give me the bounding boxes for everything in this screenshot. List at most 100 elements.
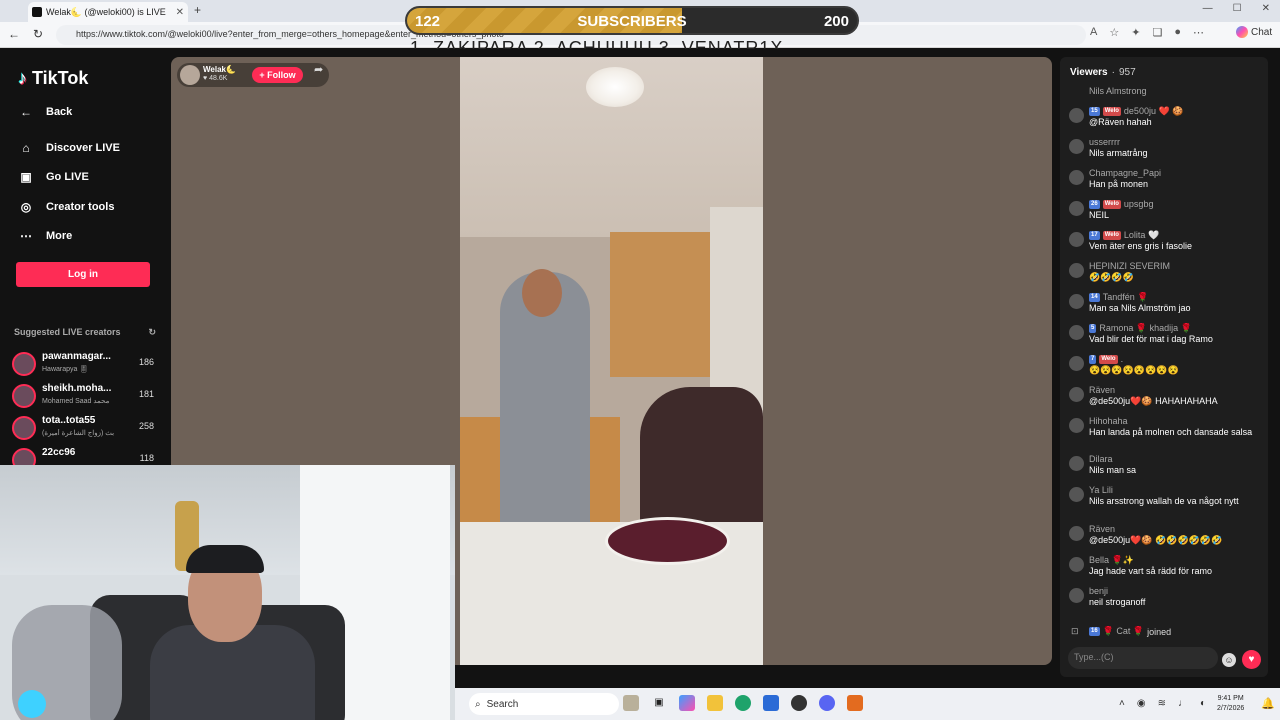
chat-avatar[interactable] [1069, 294, 1084, 309]
level-badge: 15 [1089, 107, 1100, 116]
follow-button[interactable]: + Follow [252, 67, 303, 83]
taskbar-clock[interactable]: 9:41 PM 2/7/2026 [1217, 694, 1244, 714]
minimize-icon[interactable]: — [1203, 3, 1213, 14]
chat-avatar[interactable] [1069, 325, 1084, 340]
chat-avatar[interactable] [1069, 170, 1084, 185]
more-menu-icon[interactable]: ⋯ [1193, 26, 1204, 39]
host-info[interactable]: Welak🌜 ♥ 48.6K + Follow [177, 63, 329, 87]
chat-avatar[interactable] [1069, 232, 1084, 247]
fan-club-badge: Welo [1099, 354, 1118, 364]
viewers-header[interactable]: Viewers · 957 [1070, 67, 1136, 78]
chat-username[interactable]: Dilara [1089, 454, 1113, 464]
app-icon[interactable] [847, 695, 863, 711]
back-arrow-icon[interactable]: ← [8, 27, 20, 41]
chat-username[interactable]: . [1121, 354, 1124, 364]
chat-avatar[interactable] [1069, 557, 1084, 572]
chat-username[interactable]: Tandfén 🌹 [1103, 292, 1149, 303]
emoji-icon[interactable]: ☺ [1222, 653, 1236, 667]
chat-avatar[interactable] [1069, 108, 1084, 123]
menu-discover-live[interactable]: ⌂ Discover LIVE [18, 141, 120, 155]
read-aloud-icon[interactable]: A [1090, 26, 1097, 39]
menu-label: Discover LIVE [46, 142, 120, 154]
chat-username[interactable]: Ya Lili [1089, 485, 1113, 495]
chevron-up-icon[interactable]: ˄ [1119, 698, 1125, 709]
subscriber-goal-bar: 122 SUBSCRIBERS 200 [405, 6, 859, 35]
chat-name-row: HEPINIZI SEVERIM [1089, 261, 1264, 271]
store-icon[interactable] [763, 695, 779, 711]
chat-avatar[interactable] [1069, 263, 1084, 278]
favorite-star-icon[interactable]: ☆ [1109, 26, 1119, 39]
like-heart-button[interactable]: ♥ [1242, 650, 1261, 669]
chat-username[interactable]: Räven [1089, 385, 1115, 395]
network-icon[interactable]: ◉ [1137, 698, 1146, 709]
creator-avatar [12, 384, 36, 408]
suggested-creator[interactable]: tota..tota55 (زواج الشاعرة أميرة) بث 258 [12, 414, 158, 442]
reload-icon[interactable]: ↻ [33, 27, 43, 41]
chat-text: Nils arsstrong wallah de va något nytt [1089, 496, 1239, 506]
chat-message: 5 Ramona 🌹 khadija 🌹 Vad blir det för mat … [1068, 322, 1264, 352]
back-link[interactable]: ← Back [18, 105, 72, 119]
ranking-text: 1. ZAKIPARA 2. ACHUUUU 3. VENATR1X [410, 38, 784, 49]
host-avatar[interactable] [180, 65, 200, 85]
copilot-chat-button[interactable]: Chat [1236, 26, 1272, 38]
chat-message: benji neil stroganoff [1068, 585, 1264, 615]
notification-bell-icon[interactable]: 🔔 [1261, 697, 1275, 710]
suggested-creator[interactable]: sheikh.moha... Mohamed Saad محمد 181 [12, 382, 158, 410]
chat-name-row: 15 Welo de500ju ❤️ 🍪 [1089, 106, 1264, 117]
chat-avatar[interactable] [1069, 487, 1084, 502]
chat-username[interactable]: benji [1089, 586, 1108, 596]
chat-avatar[interactable] [1069, 418, 1084, 433]
chat-username[interactable]: usserrrr [1089, 137, 1120, 147]
new-tab-icon[interactable]: + [194, 3, 201, 17]
back-label: Back [46, 106, 73, 118]
chat-username[interactable]: de500ju ❤️ 🍪 [1124, 106, 1183, 117]
menu-more[interactable]: ⋯ More [18, 229, 72, 243]
collections-icon[interactable]: ❏ [1152, 26, 1162, 39]
extensions-icon[interactable]: ✦ [1131, 26, 1140, 39]
wifi-icon[interactable]: ≋ [1158, 698, 1166, 709]
menu-creator-tools[interactable]: ◎ Creator tools [18, 200, 115, 214]
refresh-icon[interactable]: ↻ [148, 327, 156, 338]
creator-viewer-count: 181 [138, 389, 154, 399]
live-video-frame[interactable] [460, 57, 763, 665]
chat-username[interactable]: Räven [1089, 524, 1115, 534]
widget-icon[interactable] [623, 695, 639, 711]
chat-username[interactable]: Bella 🌹✨ [1089, 555, 1134, 566]
chat-username[interactable]: Lolita 🤍 [1124, 230, 1159, 241]
chat-username[interactable]: Hihohaha [1089, 416, 1128, 426]
browser-tab[interactable]: Welak🌜 (@weloki00) is LIVE ✕ [28, 2, 188, 22]
chat-username[interactable]: Champagne_Papi [1089, 168, 1161, 178]
file-explorer-icon[interactable] [707, 695, 723, 711]
close-tab-icon[interactable]: ✕ [176, 7, 184, 18]
chat-input[interactable]: Type...(C) [1068, 647, 1218, 669]
chat-avatar[interactable] [1069, 139, 1084, 154]
discord-icon[interactable] [819, 695, 835, 711]
obs-icon[interactable] [791, 695, 807, 711]
suggested-creator[interactable]: pawanmagar... Hawarapya 🎚 186 [12, 350, 158, 378]
chat-avatar[interactable] [1069, 588, 1084, 603]
chat-username[interactable]: HEPINIZI SEVERIM [1089, 261, 1170, 271]
chat-avatar[interactable] [1069, 456, 1084, 471]
chat-avatar[interactable] [1069, 387, 1084, 402]
chat-avatar[interactable] [1069, 201, 1084, 216]
chat-text: Nils armatrång [1089, 148, 1148, 158]
chat-text: Vad blir det för mat i dag Ramo [1089, 334, 1213, 344]
share-icon[interactable]: ➦ [314, 63, 323, 76]
maximize-icon[interactable]: ☐ [1233, 3, 1242, 14]
close-window-icon[interactable]: ✕ [1262, 3, 1270, 14]
chat-avatar[interactable] [1069, 526, 1084, 541]
chat-message: 17 Welo Lolita 🤍 Vem äter ens gris i fasoli… [1068, 229, 1264, 259]
profile-icon[interactable]: ● [1174, 26, 1181, 39]
menu-go-live[interactable]: ▣ Go LIVE [18, 170, 88, 184]
tiktok-logo[interactable]: ♪ TikTok [18, 68, 88, 89]
edge-icon[interactable] [735, 695, 751, 711]
volume-icon[interactable]: ◐ [1200, 698, 1206, 709]
login-button[interactable]: Log in [16, 262, 150, 287]
taskbar-search[interactable]: ⌕ Search [469, 693, 619, 715]
chat-username[interactable]: Ramona 🌹 khadija 🌹 [1099, 323, 1191, 334]
chat-username[interactable]: upsgbg [1124, 199, 1154, 209]
copilot-app-icon[interactable] [679, 695, 695, 711]
microphone-icon[interactable]: ♩ [1178, 698, 1188, 709]
task-view-icon[interactable]: ▣ [651, 695, 667, 711]
chat-avatar[interactable] [1069, 356, 1084, 371]
